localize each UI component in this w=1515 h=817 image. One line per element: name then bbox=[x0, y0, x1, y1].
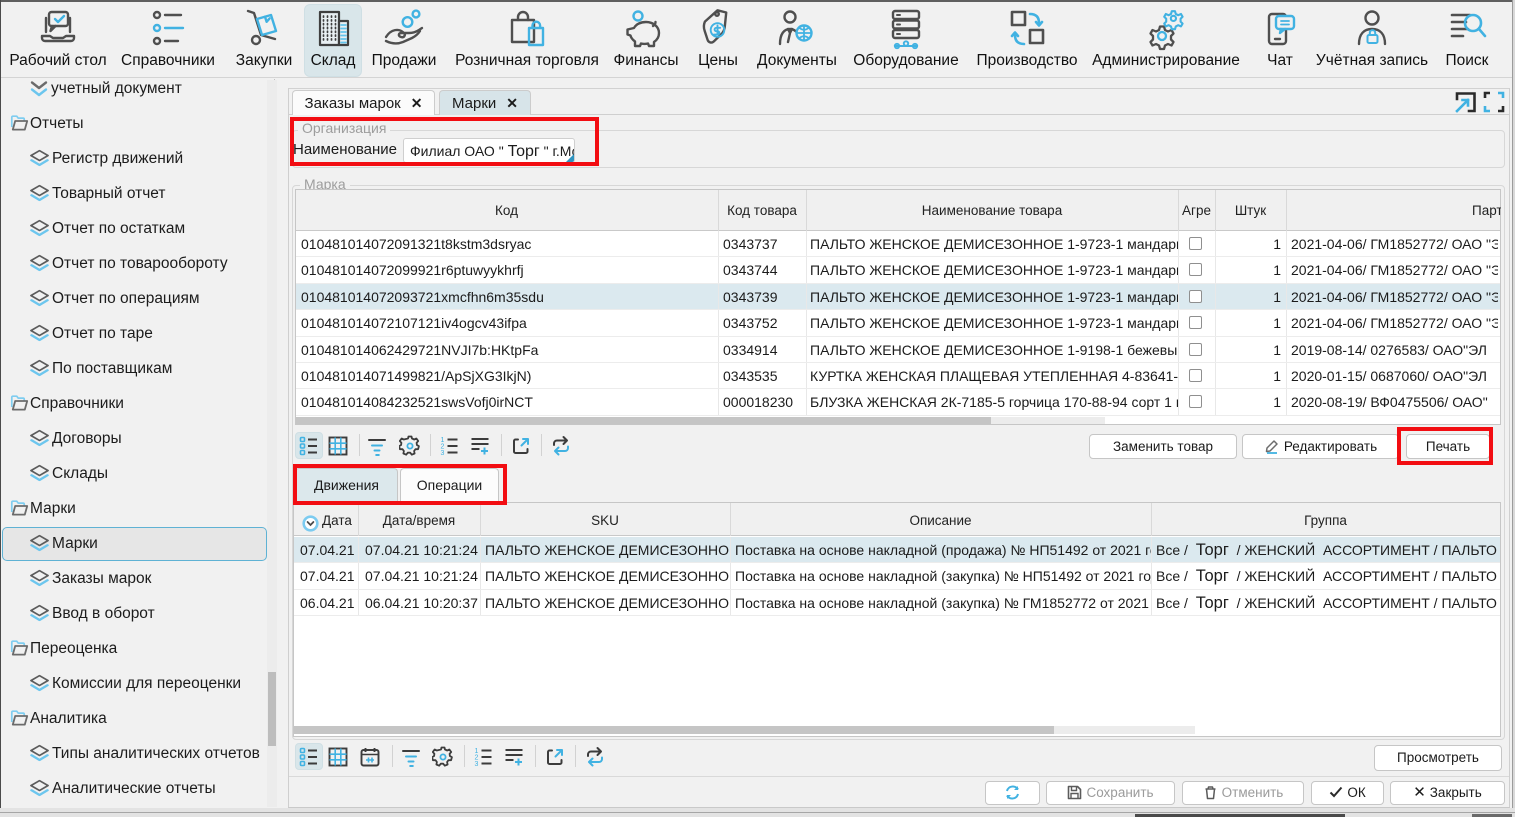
svg-text:3: 3 bbox=[441, 450, 445, 457]
svg-text:3: 3 bbox=[475, 761, 479, 768]
